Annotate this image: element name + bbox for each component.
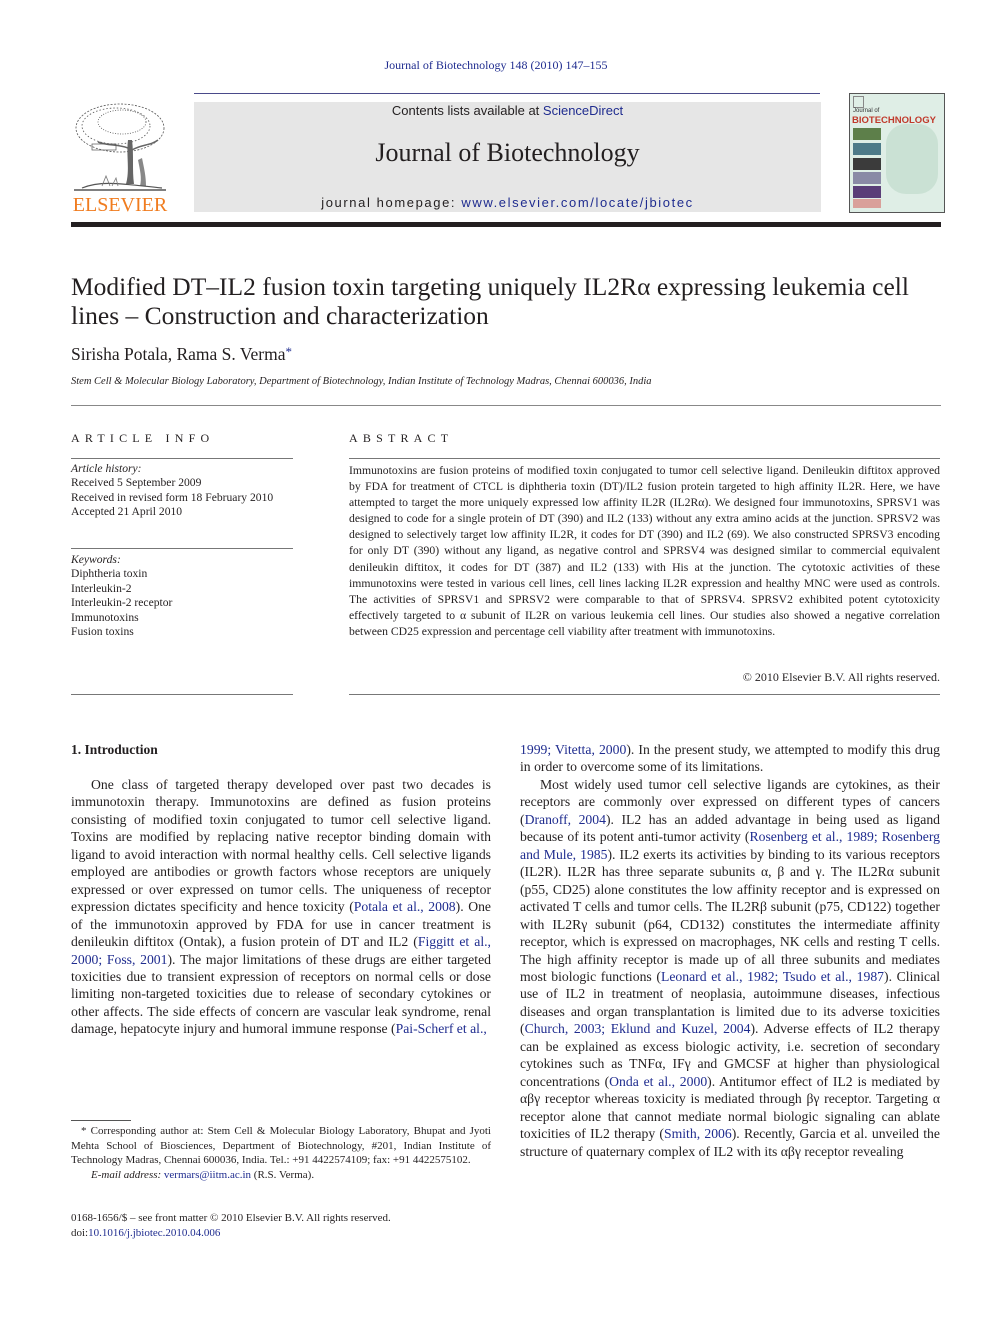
front-matter: 0168-1656/$ – see front matter © 2010 El…: [71, 1211, 491, 1241]
corresponding-author-footnote: * Corresponding author at: Stem Cell & M…: [71, 1124, 491, 1182]
history-item: Received in revised form 18 February 201…: [71, 490, 274, 504]
divider: [71, 548, 293, 549]
corresponding-author-mark[interactable]: *: [286, 344, 293, 359]
keywords-heading: Keywords:: [71, 553, 121, 566]
sciencedirect-link[interactable]: ScienceDirect: [543, 103, 623, 118]
cover-image-icon: [853, 186, 881, 198]
body-text: ). IL2 exerts its activities by binding …: [520, 846, 941, 984]
footnote-divider: [71, 1120, 131, 1121]
citation-link[interactable]: Smith, 2006: [664, 1126, 732, 1141]
divider: [349, 694, 940, 695]
cover-image-icon: [853, 128, 881, 140]
citation-link[interactable]: Dranoff, 2004: [525, 812, 606, 827]
elsevier-wordmark: ELSEVIER: [72, 194, 168, 216]
abstract-copyright: © 2010 Elsevier B.V. All rights reserved…: [742, 670, 940, 684]
citation-link[interactable]: Leonard et al., 1982; Tsudo et al., 1987: [661, 969, 884, 984]
doi-prefix: doi:: [71, 1227, 89, 1239]
journal-masthead: Contents lists available at ScienceDirec…: [194, 102, 821, 212]
header-divider: [194, 93, 820, 94]
keyword: Interleukin-2 receptor: [71, 596, 173, 610]
keyword: Interleukin-2: [71, 581, 132, 595]
doi-line: doi:10.1016/j.jbiotec.2010.04.006: [71, 1226, 491, 1241]
cover-art-icon: [886, 124, 938, 194]
homepage-link[interactable]: www.elsevier.com/locate/jbiotec: [461, 195, 693, 210]
citation-link[interactable]: Potala et al., 2008: [354, 899, 456, 914]
keyword: Fusion toxins: [71, 625, 134, 639]
elsevier-tree-icon: [74, 103, 166, 191]
title-line-1: Modified DT–IL2 fusion toxin targeting u…: [71, 272, 909, 301]
section-heading-introduction: 1. Introduction: [71, 742, 158, 757]
history-item: Accepted 21 April 2010: [71, 505, 183, 519]
intro-paragraph-1-continued: 1999; Vitetta, 2000). In the present stu…: [520, 741, 940, 776]
issn-line: 0168-1656/$ – see front matter © 2010 El…: [71, 1212, 391, 1224]
email-suffix: (R.S. Verma).: [251, 1168, 315, 1181]
cover-image-icon: [853, 172, 881, 184]
citation-link[interactable]: 1999; Vitetta, 2000: [520, 742, 626, 757]
masthead-rule: [71, 222, 941, 227]
divider: [349, 458, 940, 459]
history-item: Received 5 September 2009: [71, 476, 202, 490]
footnote-text: Corresponding author at: Stem Cell & Mol…: [71, 1125, 491, 1167]
abstract-heading: ABSTRACT: [349, 431, 454, 445]
cover-title-line1: Journal of: [853, 108, 880, 114]
intro-paragraph-1: One class of targeted therapy developed …: [71, 776, 491, 1038]
journal-cover-thumbnail[interactable]: Journal of BIOTECHNOLOGY: [849, 93, 945, 213]
title-line-2: lines – Construction and characterizatio…: [71, 301, 489, 330]
homepage-line: journal homepage: www.elsevier.com/locat…: [194, 195, 821, 210]
article-history: Article history: Received 5 September 20…: [71, 462, 273, 520]
divider: [71, 458, 293, 459]
divider: [71, 694, 293, 695]
citation-link[interactable]: Onda et al., 2000: [609, 1074, 707, 1089]
article-info-heading: ARTICLE INFO: [71, 431, 215, 445]
author-list: Sirisha Potala, Rama S. Verma*: [71, 344, 292, 365]
keyword: Immunotoxins: [71, 610, 139, 624]
cover-image-icon: [853, 158, 881, 170]
citation-link[interactable]: Church, 2003; Eklund and Kuzel, 2004: [525, 1021, 751, 1036]
intro-paragraph-2: Most widely used tumor cell selective li…: [520, 776, 940, 1160]
email-link[interactable]: vermars@iitm.ac.in: [164, 1169, 251, 1181]
contents-line: Contents lists available at ScienceDirec…: [194, 103, 821, 118]
homepage-prefix: journal homepage:: [321, 195, 462, 210]
abstract-text: Immunotoxins are fusion proteins of modi…: [349, 464, 940, 638]
cover-elsevier-mark-icon: [853, 96, 864, 108]
article-history-heading: Article history:: [71, 462, 142, 475]
contents-prefix: Contents lists available at: [391, 103, 543, 118]
article-title: Modified DT–IL2 fusion toxin targeting u…: [71, 272, 951, 330]
elsevier-logo: ELSEVIER: [68, 100, 172, 216]
keyword: Diphtheria toxin: [71, 567, 148, 581]
email-label: E-mail address:: [91, 1168, 162, 1181]
doi-link[interactable]: 10.1016/j.jbiotec.2010.04.006: [88, 1227, 220, 1239]
running-head[interactable]: Journal of Biotechnology 148 (2010) 147–…: [0, 58, 992, 73]
affiliation: Stem Cell & Molecular Biology Laboratory…: [71, 376, 652, 387]
journal-title: Journal of Biotechnology: [375, 138, 640, 167]
cover-image-icon: [853, 199, 881, 208]
citation-link[interactable]: Pai-Scherf et al.,: [396, 1021, 487, 1036]
keywords: Keywords: Diphtheria toxin Interleukin-2…: [71, 553, 172, 639]
cover-image-icon: [853, 143, 881, 155]
body-text: One class of targeted therapy developed …: [71, 777, 491, 915]
authors: Sirisha Potala, Rama S. Verma: [71, 344, 286, 364]
divider: [71, 405, 941, 406]
